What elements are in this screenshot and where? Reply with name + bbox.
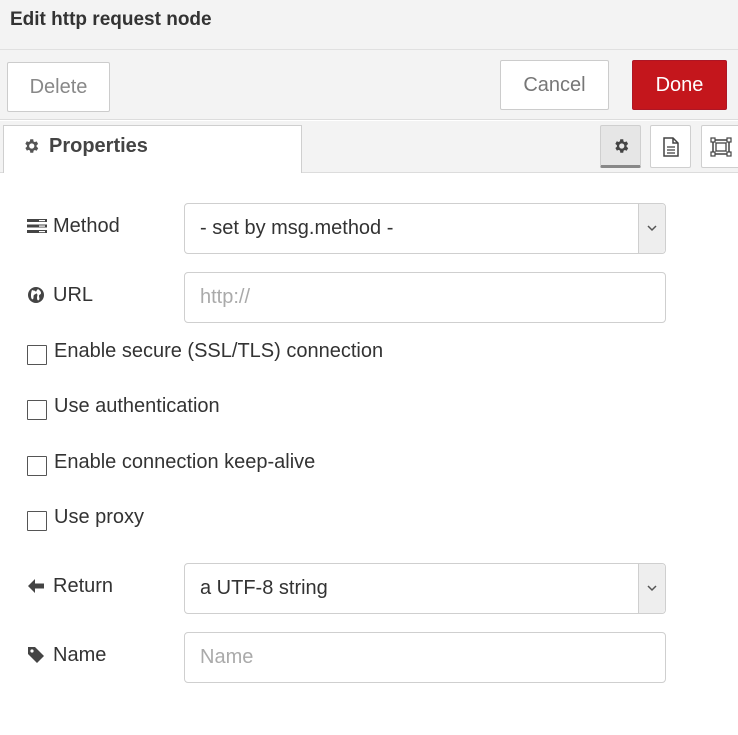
tray-header: Edit http request node [0, 0, 738, 50]
tab-bar: Properties [0, 121, 738, 173]
tray-title: Edit http request node [10, 9, 212, 30]
method-select-arrow[interactable] [638, 204, 665, 253]
keep-alive-label: Enable connection keep-alive [54, 451, 316, 473]
return-label-text: Return [53, 574, 114, 597]
globe-icon [27, 286, 47, 304]
secure-connection-checkbox[interactable] [27, 344, 47, 365]
method-label: Method [27, 211, 120, 241]
tag-icon [27, 646, 47, 664]
return-label: Return [27, 571, 113, 601]
tab-properties[interactable]: Properties [3, 125, 302, 173]
tab-appearance[interactable] [701, 125, 738, 168]
name-label: Name [27, 640, 106, 670]
url-label: URL [27, 280, 93, 310]
cancel-button[interactable]: Cancel [500, 60, 609, 110]
method-select[interactable]: - set by msg.method - [184, 203, 666, 254]
name-label-text: Name [53, 643, 107, 666]
name-input[interactable]: Name [184, 632, 666, 683]
tab-settings[interactable] [600, 125, 641, 168]
keep-alive-checkbox[interactable] [27, 455, 47, 476]
keep-alive-checkbox-row[interactable]: Enable connection keep-alive [27, 451, 316, 476]
tray-toolbar: Delete Cancel Done [0, 50, 738, 120]
proxy-checkbox-row[interactable]: Use proxy [27, 506, 145, 531]
secure-connection-label: Enable secure (SSL/TLS) connection [54, 340, 384, 362]
done-button[interactable]: Done [632, 60, 727, 110]
appearance-icon [710, 136, 732, 157]
delete-button[interactable]: Delete [7, 62, 110, 112]
description-icon [662, 136, 679, 157]
gear-icon [25, 139, 39, 153]
proxy-label: Use proxy [54, 506, 145, 528]
return-select[interactable]: a UTF-8 string [184, 563, 666, 614]
chevron-down-icon [647, 225, 657, 232]
method-label-text: Method [53, 214, 120, 237]
chevron-down-icon [647, 585, 657, 592]
tab-description[interactable] [650, 125, 691, 168]
url-input[interactable]: http:// [184, 272, 666, 323]
tab-properties-label: Properties [49, 135, 148, 157]
method-select-value: - set by msg.method - [200, 217, 394, 239]
url-label-text: URL [53, 283, 94, 306]
proxy-checkbox[interactable] [27, 510, 47, 531]
authentication-label: Use authentication [54, 395, 220, 417]
gear-icon [614, 138, 628, 153]
authentication-checkbox[interactable] [27, 399, 47, 420]
return-select-arrow[interactable] [638, 564, 665, 613]
return-select-value: a UTF-8 string [200, 577, 328, 599]
arrow-left-icon [27, 578, 47, 594]
tasks-icon [27, 218, 47, 234]
secure-connection-checkbox-row[interactable]: Enable secure (SSL/TLS) connection [27, 340, 384, 365]
authentication-checkbox-row[interactable]: Use authentication [27, 395, 220, 420]
